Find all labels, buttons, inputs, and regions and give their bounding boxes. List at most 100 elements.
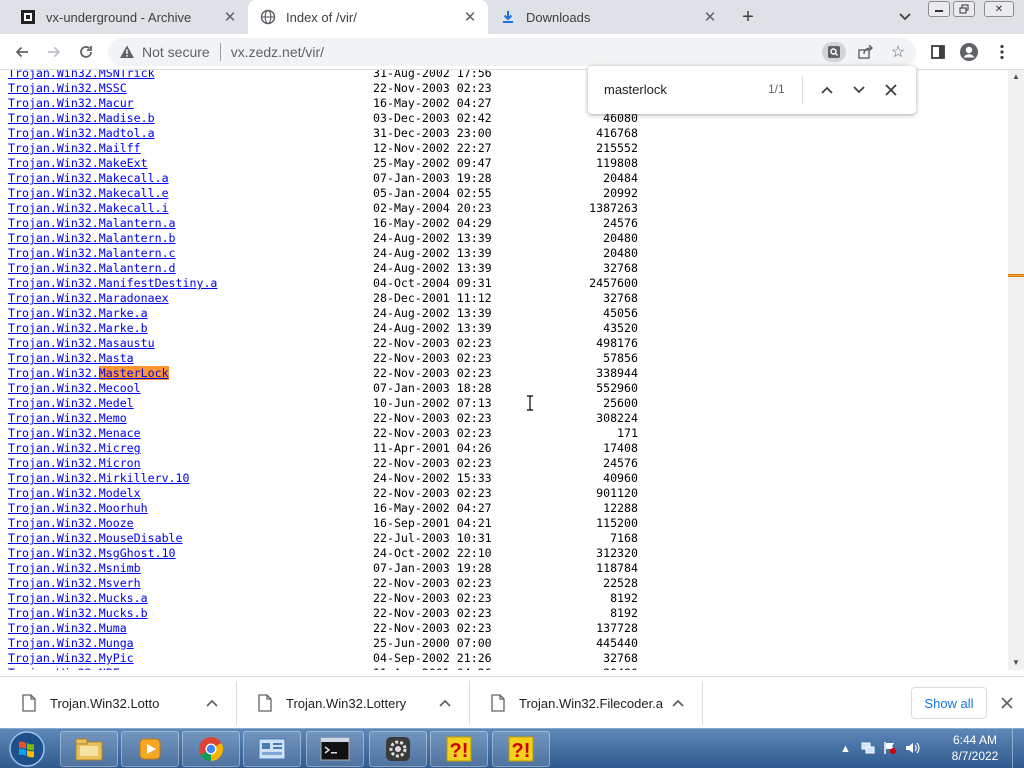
file-link[interactable]: Trojan.Win32.Mooze — [8, 516, 134, 530]
scroll-up-arrow-icon[interactable]: ▲ — [1011, 72, 1021, 82]
flag-icon[interactable] — [883, 741, 897, 758]
chevron-up-icon[interactable] — [206, 696, 218, 710]
file-link[interactable]: Trojan.Win32.MSSC — [8, 81, 127, 95]
download-item[interactable]: Trojan.Win32.Lottery — [236, 677, 469, 729]
table-row: Trojan.Win32.Malantern.d 24-Aug-2002 13:3… — [8, 261, 638, 276]
reload-icon[interactable] — [74, 40, 98, 64]
file-prefix: Trojan.Win32. — [8, 636, 99, 650]
warning-icon[interactable] — [118, 43, 136, 61]
file-link[interactable]: Trojan.Win32.Madise.b — [8, 111, 155, 125]
show-all-button[interactable]: Show all — [911, 687, 987, 719]
minimize-button[interactable] — [928, 1, 950, 17]
menu-kebab-icon[interactable] — [990, 40, 1014, 64]
unknown-file-icon[interactable]: ?! — [430, 731, 488, 767]
file-link[interactable]: Trojan.Win32.Malantern.d — [8, 261, 176, 275]
network-icon[interactable] — [861, 741, 875, 758]
file-link[interactable]: Trojan.Win32.MasterLock — [8, 366, 169, 380]
file-link[interactable]: Trojan.Win32.Makecall.e — [8, 186, 169, 200]
file-prefix: Trojan.Win32. — [8, 546, 99, 560]
file-link[interactable]: Trojan.Win32.Mecool — [8, 381, 141, 395]
restore-button[interactable] — [953, 1, 975, 17]
file-link[interactable]: Trojan.Win32.Makecall.i — [8, 201, 169, 215]
close-icon[interactable] — [998, 694, 1016, 712]
file-link[interactable]: Trojan.Win32.Modelx — [8, 486, 141, 500]
file-link[interactable]: Trojan.Win32.Masta — [8, 351, 134, 365]
file-link[interactable]: Trojan.Win32.Malantern.a — [8, 216, 176, 230]
url-text[interactable]: vx.zedz.net/vir/ — [231, 44, 324, 60]
volume-icon[interactable] — [905, 741, 921, 758]
address-bar[interactable]: Not secure vx.zedz.net/vir/ ☆ — [108, 38, 916, 66]
tab-vx-underground[interactable]: vx-underground - Archive ✕ — [8, 0, 248, 34]
page-scrollbar[interactable]: ▲ ▼ — [1008, 70, 1024, 670]
file-link[interactable]: Trojan.Win32.Menace — [8, 426, 141, 440]
table-row: Trojan.Win32.MSSC 22-Nov-2003 02:23 — [8, 81, 492, 96]
file-link[interactable]: Trojan.Win32.Micron — [8, 456, 141, 470]
tab-index-of-vir[interactable]: Index of /vir/ ✕ — [248, 0, 488, 34]
file-link[interactable]: Trojan.Win32.Moorhuh — [8, 501, 148, 515]
start-button[interactable] — [2, 729, 52, 769]
file-link[interactable]: Trojan.Win32.Msverh — [8, 576, 141, 590]
file-link[interactable]: Trojan.Win32.Macur — [8, 96, 134, 110]
new-tab-button[interactable]: + — [736, 6, 760, 28]
file-link[interactable]: Trojan.Win32.Marke.a — [8, 306, 148, 320]
share-icon[interactable] — [854, 42, 878, 62]
forward-arrow-icon[interactable] — [42, 40, 66, 64]
find-in-page-icon[interactable] — [822, 42, 846, 62]
file-link[interactable]: Trojan.Win32.Muma — [8, 621, 127, 635]
chevron-up-icon[interactable] — [672, 696, 684, 710]
file-link[interactable]: Trojan.Win32.Msnimb — [8, 561, 141, 575]
close-icon[interactable] — [880, 79, 902, 101]
file-link[interactable]: Trojan.Win32.MakeExt — [8, 156, 148, 170]
file-link[interactable]: Trojan.Win32.ManifestDestiny.a — [8, 276, 217, 290]
file-link[interactable]: Trojan.Win32.Madtol.a — [8, 126, 155, 140]
file-link[interactable]: Trojan.Win32.Medel — [8, 396, 134, 410]
chevron-down-icon[interactable] — [848, 79, 870, 101]
close-icon[interactable]: ✕ — [460, 7, 480, 27]
file-link[interactable]: Trojan.Win32.Marke.b — [8, 321, 148, 335]
file-prefix: Trojan.Win32. — [8, 561, 99, 575]
chrome-icon[interactable] — [182, 731, 240, 767]
file-link[interactable]: Trojan.Win32.NBF — [8, 666, 120, 670]
file-link[interactable]: Trojan.Win32.Malantern.b — [8, 231, 176, 245]
find-input[interactable]: masterlock — [604, 82, 667, 97]
scroll-down-arrow-icon[interactable]: ▼ — [1011, 658, 1021, 668]
close-icon[interactable]: ✕ — [700, 7, 720, 27]
file-link[interactable]: Trojan.Win32.Malantern.c — [8, 246, 176, 260]
settings-gear-app-icon[interactable] — [369, 731, 427, 767]
download-item[interactable]: Trojan.Win32.Lotto — [0, 677, 236, 729]
file-link[interactable]: Trojan.Win32.Mailff — [8, 141, 141, 155]
file-link[interactable]: Trojan.Win32.Mirkillerv.10 — [8, 471, 190, 485]
file-name: Micreg — [98, 441, 141, 455]
tray-expand-icon[interactable]: ▲ — [840, 743, 851, 755]
chevron-down-icon[interactable] — [896, 8, 914, 26]
file-link[interactable]: Trojan.Win32.Micreg — [8, 441, 141, 455]
download-item[interactable]: Trojan.Win32.Filecoder.a — [469, 677, 702, 729]
file-link[interactable]: Trojan.Win32.Memo — [8, 411, 127, 425]
file-link[interactable]: Trojan.Win32.Makecall.a — [8, 171, 169, 185]
side-panel-icon[interactable] — [926, 40, 950, 64]
file-explorer-icon[interactable] — [60, 731, 118, 767]
chevron-up-icon[interactable] — [439, 696, 451, 710]
tab-downloads[interactable]: Downloads ✕ — [488, 0, 728, 34]
file-link[interactable]: Trojan.Win32.MyPic — [8, 651, 134, 665]
unknown-file-icon[interactable]: ?! — [492, 731, 550, 767]
command-prompt-icon[interactable] — [306, 731, 364, 767]
close-window-button[interactable]: ✕ — [984, 1, 1014, 17]
control-panel-icon[interactable] — [243, 731, 301, 767]
bookmark-star-icon[interactable]: ☆ — [886, 42, 910, 62]
back-arrow-icon[interactable] — [10, 40, 34, 64]
show-desktop-button[interactable] — [1012, 729, 1024, 769]
chevron-up-icon[interactable] — [816, 79, 838, 101]
file-link[interactable]: Trojan.Win32.Mucks.a — [8, 591, 148, 605]
file-link[interactable]: Trojan.Win32.Masaustu — [8, 336, 155, 350]
taskbar-clock[interactable]: 6:44 AM 8/7/2022 — [940, 732, 1010, 764]
file-link[interactable]: Trojan.Win32.Maradonaex — [8, 291, 169, 305]
file-link[interactable]: Trojan.Win32.MouseDisable — [8, 531, 183, 545]
profile-avatar-icon[interactable] — [957, 40, 981, 64]
media-player-icon[interactable] — [121, 731, 179, 767]
file-link[interactable]: Trojan.Win32.Munga — [8, 636, 134, 650]
file-link[interactable]: Trojan.Win32.MSNTrick — [8, 70, 155, 80]
file-link[interactable]: Trojan.Win32.Mucks.b — [8, 606, 148, 620]
close-icon[interactable]: ✕ — [220, 7, 240, 27]
file-link[interactable]: Trojan.Win32.MsgGhost.10 — [8, 546, 176, 560]
